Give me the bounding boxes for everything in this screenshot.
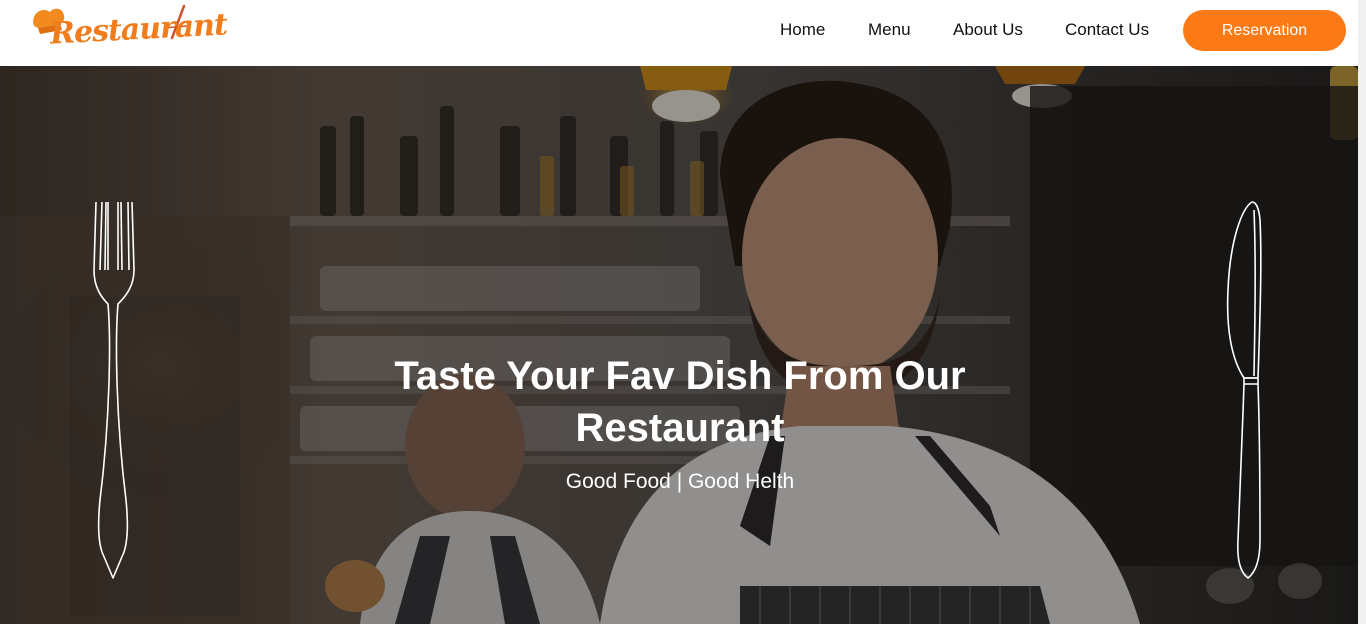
- hero-title-line2: Restaurant: [575, 406, 785, 450]
- hero-overlay: [0, 66, 1358, 624]
- main-nav: Home Menu About Us Contact Us Reservatio…: [0, 0, 1358, 62]
- page-scrollbar[interactable]: [1358, 0, 1366, 624]
- knife-icon: [1226, 201, 1262, 579]
- nav-item-contact-us[interactable]: Contact Us: [1065, 20, 1149, 40]
- nav-item-menu[interactable]: Menu: [868, 20, 911, 40]
- nav-item-about-us[interactable]: About Us: [953, 20, 1023, 40]
- site-header: Restaurant Home Menu About Us Contact Us…: [0, 0, 1358, 66]
- fork-icon: [93, 201, 135, 579]
- nav-item-home[interactable]: Home: [780, 20, 825, 40]
- hero-section: Taste Your Fav Dish From Our Restaurant …: [0, 66, 1358, 624]
- hero-title-line1: Taste Your Fav Dish From Our: [394, 354, 966, 398]
- hero-subtitle: Good Food | Good Helth: [565, 470, 795, 493]
- hero-title: Taste Your Fav Dish From Our Restaurant: [330, 350, 1030, 454]
- reservation-button[interactable]: Reservation: [1183, 10, 1346, 51]
